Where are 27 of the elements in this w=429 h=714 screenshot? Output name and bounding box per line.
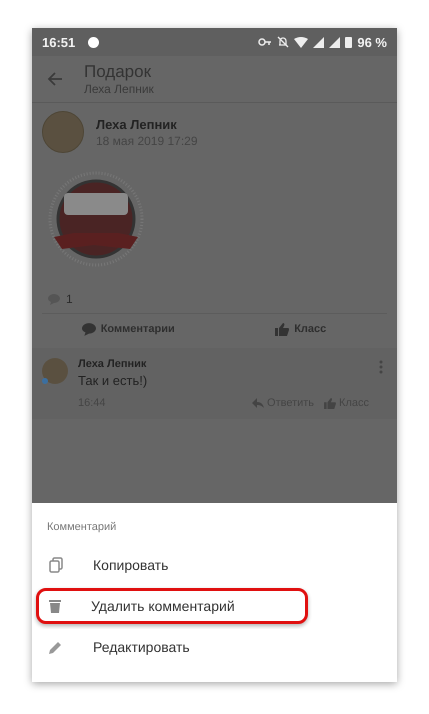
pencil-icon [49, 640, 63, 654]
avatar[interactable] [42, 358, 68, 384]
avatar[interactable] [42, 111, 84, 153]
commenter-name[interactable]: Леха Лепник [78, 358, 369, 370]
copy-icon [49, 557, 63, 573]
wifi-icon [294, 36, 308, 48]
thumbs-up-icon [275, 322, 290, 336]
thumbs-up-icon [324, 398, 336, 408]
battery-icon [345, 36, 352, 48]
bell-off-icon [277, 36, 290, 48]
like-button[interactable]: Класс [214, 314, 387, 344]
key-icon [258, 37, 272, 47]
menu-item[interactable]: Удалить комментарий [36, 588, 308, 624]
signal-icon [313, 36, 324, 48]
author-name[interactable]: Леха Лепник [96, 116, 198, 132]
signal-icon [329, 36, 340, 48]
comments-button[interactable]: Комментарии [42, 314, 214, 344]
battery-percent: 96 % [357, 34, 387, 50]
status-time: 16:51 [42, 34, 76, 50]
comment-count: 1 [66, 292, 73, 306]
speech-bubble-icon [82, 322, 96, 336]
trash-icon [49, 599, 61, 613]
notification-dot-icon [88, 36, 100, 48]
comment-text: Так и есть!) [78, 373, 148, 388]
reply-arrow-icon [252, 398, 264, 408]
back-arrow-icon[interactable] [46, 70, 64, 88]
sheet-title: Комментарий [46, 521, 118, 533]
